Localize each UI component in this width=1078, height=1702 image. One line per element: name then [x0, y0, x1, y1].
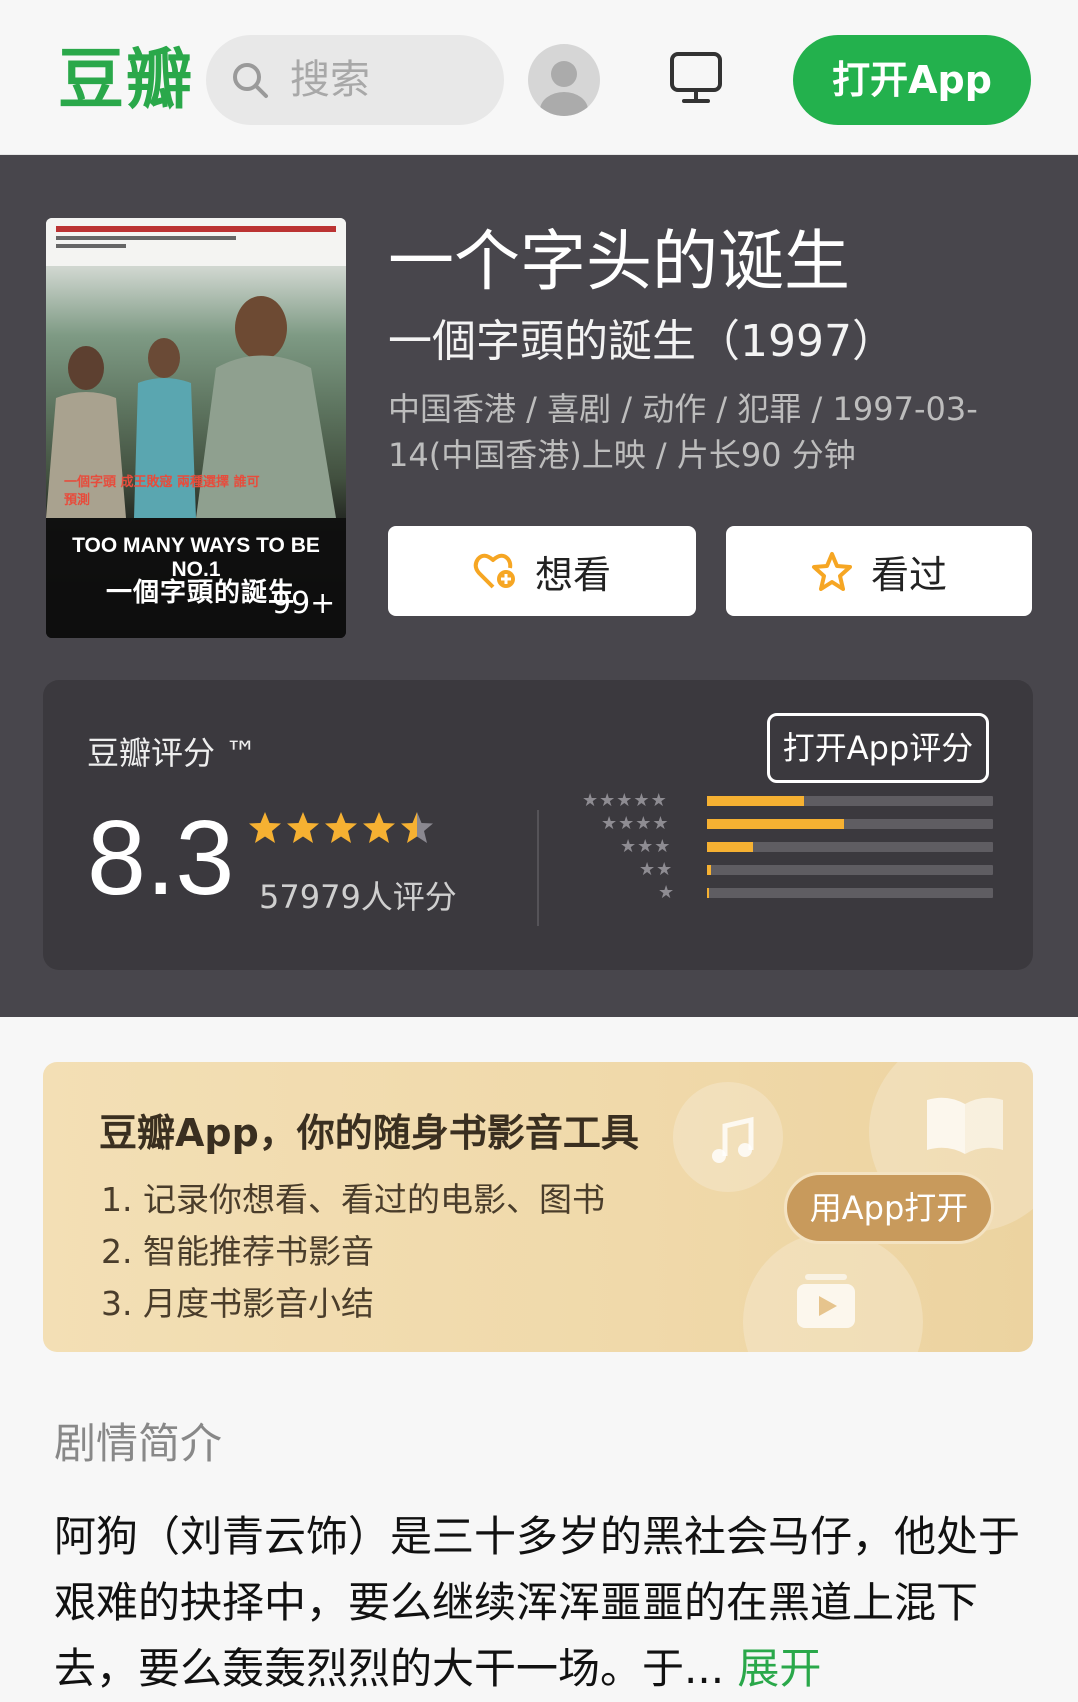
synopsis-heading: 剧情简介	[54, 1419, 223, 1468]
app-promo-banner[interactable]: 豆瓣App，你的随身书影音工具 1. 记录你想看、看过的电影、图书 2. 智能推…	[43, 1062, 1033, 1352]
movie-poster[interactable]: 一個字頭 成王敗寇 兩種選擇 誰可預測 TOO MANY WAYS TO BE …	[46, 218, 346, 638]
small-star-icon: ★	[652, 813, 669, 834]
distribution-stars: ★ ★ ★	[620, 836, 671, 857]
small-star-icon: ★	[620, 836, 637, 857]
distribution-row: ★ ★ ★ ★ ★	[581, 790, 993, 811]
distribution-row: ★ ★ ★	[581, 836, 993, 857]
search-placeholder: 搜索	[290, 57, 370, 103]
movie-title: 一个字头的诞生	[388, 223, 850, 300]
rating-votes[interactable]: 57979人评分	[259, 872, 457, 918]
synopsis-text: 阿狗（刘青云饰）是三十多岁的黑社会马仔，他处于艰难的抉择中，要么继续浑浑噩噩的在…	[54, 1504, 1024, 1702]
small-star-icon: ★	[582, 790, 599, 811]
small-star-icon: ★	[599, 790, 616, 811]
distribution-row: ★ ★ ★ ★	[581, 813, 993, 834]
small-star-icon: ★	[650, 790, 667, 811]
watched-button[interactable]: 看过	[726, 526, 1032, 616]
distribution-stars: ★	[658, 882, 675, 903]
search-input[interactable]: 搜索	[206, 35, 504, 125]
small-star-icon: ★	[637, 836, 654, 857]
poster-photo-count: 99+	[272, 586, 336, 621]
open-app-rate-button[interactable]: 打开App评分	[767, 713, 989, 783]
rating-star-icon	[287, 812, 319, 843]
synopsis-body: 阿狗（刘青云饰）是三十多岁的黑社会马仔，他处于艰难的抉择中，要么继续浑浑噩噩的在…	[54, 1512, 1021, 1693]
distribution-stars: ★ ★ ★ ★	[601, 813, 669, 834]
star-outline-icon	[811, 552, 852, 591]
movie-meta: 中国香港 / 喜剧 / 动作 / 犯罪 / 1997-03-14(中国香港)上映…	[388, 390, 978, 474]
poster-chinese-title: 一個字頭的誕生	[106, 578, 296, 608]
promo-feature-item: 3. 月度书影音小结	[101, 1284, 374, 1323]
small-star-icon: ★	[654, 836, 671, 857]
distribution-fill	[707, 819, 845, 829]
douban-logo[interactable]: 豆瓣	[58, 40, 194, 120]
music-note-icon	[712, 1116, 754, 1163]
seen-label: 看过	[870, 552, 947, 597]
rating-divider	[537, 810, 539, 926]
rating-card: 豆瓣评分 ™ 打开App评分 8.3 57979人评分 ★ ★ ★ ★ ★ ★ ★ ★ ★ ★ ★ ★…	[43, 680, 1033, 970]
rating-label: 豆瓣评分 ™	[87, 734, 258, 772]
rating-star-icon	[325, 812, 357, 843]
rating-star-icon	[363, 812, 395, 843]
small-star-icon: ★	[635, 813, 652, 834]
small-star-icon: ★	[618, 813, 635, 834]
distribution-stars: ★ ★	[639, 859, 673, 880]
promo-title: 豆瓣App，你的随身书影音工具	[99, 1111, 639, 1155]
distribution-row: ★	[581, 882, 993, 903]
rating-score: 8.3	[87, 799, 235, 917]
open-app-button[interactable]: 打开App	[793, 35, 1031, 125]
small-star-icon: ★	[656, 859, 673, 880]
rating-star-icon	[401, 812, 433, 843]
want-label: 想看	[534, 552, 611, 597]
rating-stars	[247, 810, 435, 846]
heart-plus-icon	[473, 553, 515, 589]
promo-feature-list: 1. 记录你想看、看过的电影、图书 2. 智能推荐书影音 3. 月度书影音小结	[101, 1174, 605, 1330]
distribution-track	[707, 888, 993, 898]
distribution-stars: ★ ★ ★ ★ ★	[582, 790, 667, 811]
distribution-fill	[707, 865, 712, 875]
distribution-track	[707, 842, 993, 852]
monitor-icon[interactable]	[668, 50, 724, 106]
avatar[interactable]	[528, 44, 600, 116]
distribution-track	[707, 796, 993, 806]
poster-tagline: 一個字頭 成王敗寇 兩種選擇 誰可預測	[64, 475, 260, 508]
small-star-icon: ★	[633, 790, 650, 811]
distribution-fill	[707, 888, 709, 898]
distribution-track	[707, 865, 993, 875]
want-to-watch-button[interactable]: 想看	[388, 526, 696, 616]
search-icon	[233, 63, 268, 98]
top-bar: 豆瓣 搜索 打开App	[0, 0, 1078, 155]
promo-feature-item: 1. 记录你想看、看过的电影、图书	[101, 1180, 605, 1219]
distribution-fill	[707, 796, 805, 806]
rating-star-icon	[249, 812, 281, 843]
book-icon	[927, 1097, 1003, 1154]
distribution-row: ★ ★	[581, 859, 993, 880]
open-in-app-button[interactable]: 用App打开	[784, 1172, 994, 1244]
distribution-track	[707, 819, 993, 829]
promo-feature-item: 2. 智能推荐书影音	[101, 1232, 374, 1271]
small-star-icon: ★	[616, 790, 633, 811]
small-star-icon: ★	[658, 882, 675, 903]
distribution-fill	[707, 842, 753, 852]
user-icon	[540, 61, 588, 116]
small-star-icon: ★	[639, 859, 656, 880]
video-icon	[797, 1274, 855, 1328]
expand-synopsis-link[interactable]: 展开	[737, 1644, 821, 1693]
small-star-icon: ★	[601, 813, 618, 834]
original-title: 一個字頭的誕生（1997）	[388, 316, 896, 367]
